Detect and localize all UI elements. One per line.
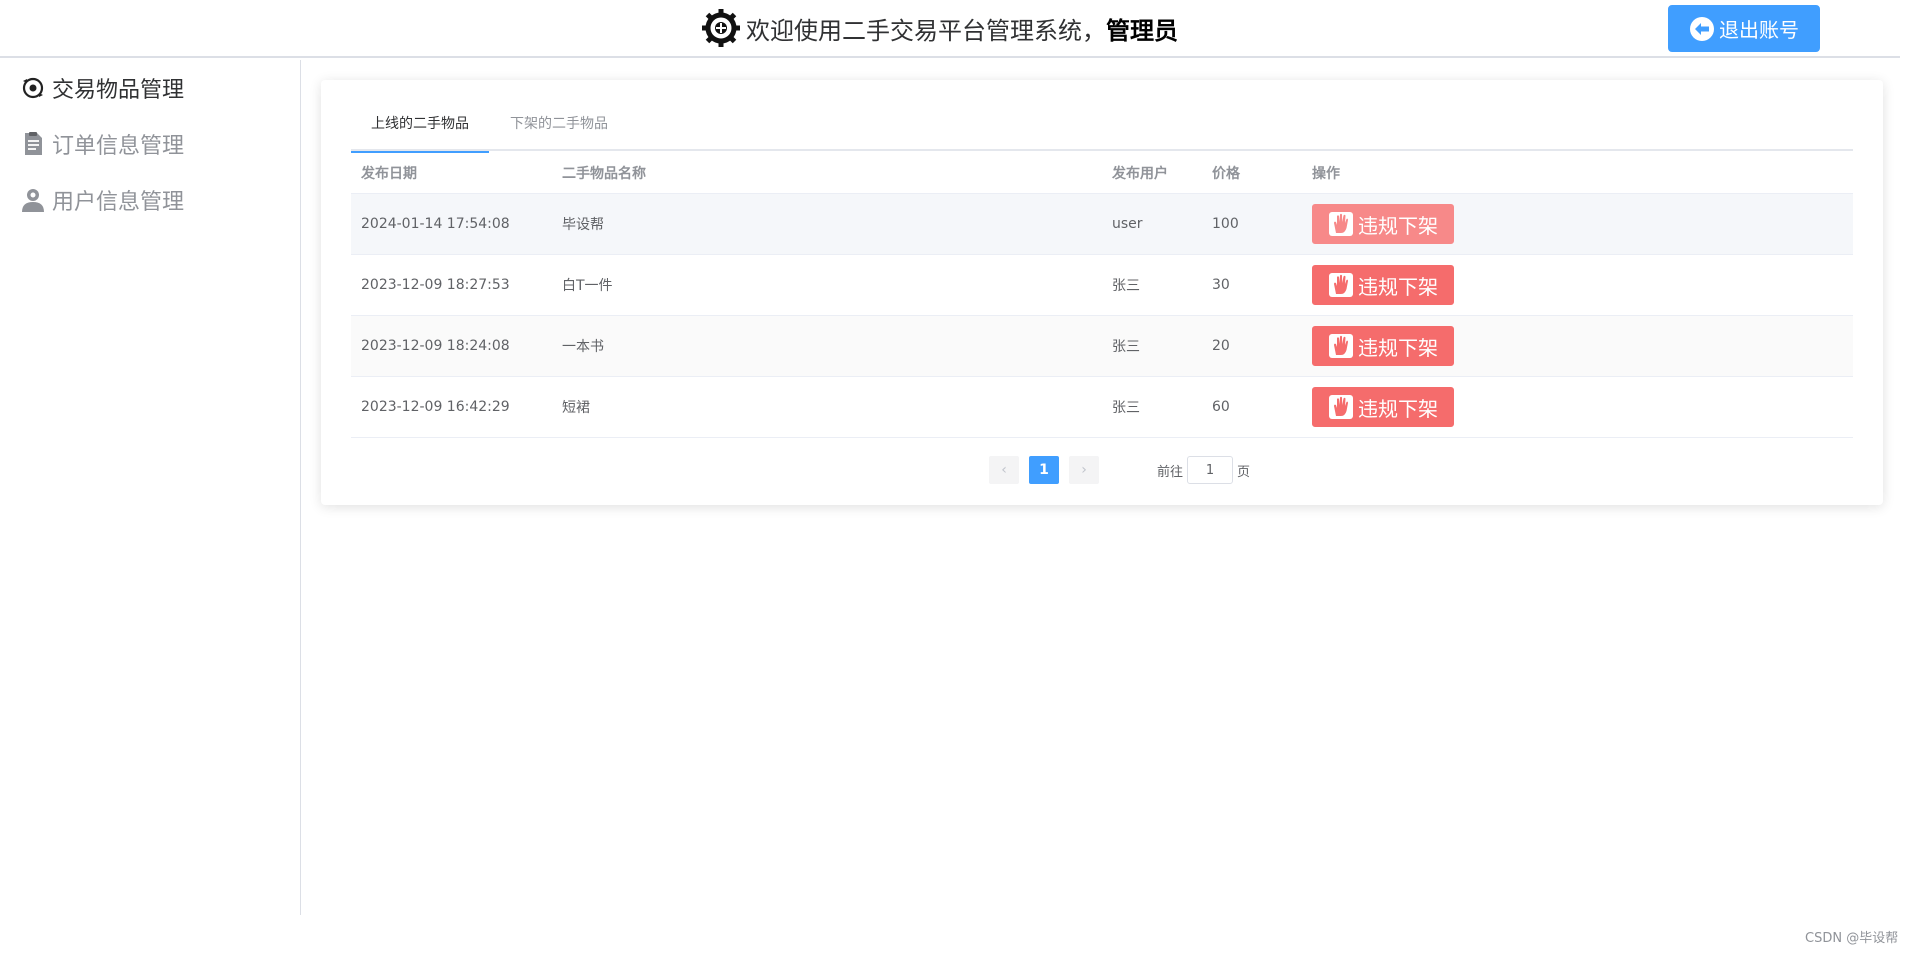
cell-name: 毕设帮 — [562, 217, 604, 233]
ban-button[interactable]: 违规下架 — [1312, 326, 1454, 366]
table-row: 2023-12-09 18:24:08 一本书 张三 20 违规下架 — [351, 316, 1853, 377]
column-header-user: 发布用户 — [1112, 165, 1168, 182]
arrow-left-icon — [1690, 16, 1714, 41]
hand-stop-icon — [1329, 334, 1353, 358]
cell-price: 100 — [1212, 216, 1239, 232]
cell-date: 2024-01-14 17:54:08 — [361, 216, 510, 232]
sidebar-item-label: 用户信息管理 — [52, 190, 185, 215]
page-jumper: 前往 页 — [1157, 456, 1250, 484]
cell-name: 白T一件 — [562, 278, 613, 294]
cell-name: 短裙 — [562, 400, 590, 416]
cell-user: 张三 — [1112, 278, 1140, 294]
cell-action: 违规下架 — [1302, 326, 1853, 366]
top-header: 欢迎使用二手交易平台管理系统， 管理员 退出账号 — [0, 0, 1900, 58]
goto-prefix: 前往 — [1157, 464, 1184, 480]
cell-price: 20 — [1212, 338, 1230, 354]
logout-button[interactable]: 退出账号 — [1668, 5, 1820, 52]
column-header-action: 操作 — [1312, 165, 1340, 182]
logout-label: 退出账号 — [1719, 18, 1799, 42]
tab-offline-items[interactable]: 下架的二手物品 — [489, 98, 629, 151]
cell-user: user — [1112, 216, 1143, 232]
sidebar-item-label: 交易物品管理 — [52, 78, 185, 103]
prev-page-button[interactable]: ‹ — [989, 456, 1019, 484]
ban-button-label: 违规下架 — [1358, 274, 1438, 299]
welcome-text: 欢迎使用二手交易平台管理系统， — [746, 16, 1106, 45]
watermark: CSDN @毕设帮 — [1805, 931, 1899, 946]
cell-action: 违规下架 — [1302, 204, 1853, 244]
user-icon — [22, 189, 44, 212]
column-header-date: 发布日期 — [361, 165, 417, 182]
sidebar-item-trade-items[interactable]: 交易物品管理 — [0, 60, 300, 116]
ban-button[interactable]: 违规下架 — [1312, 265, 1454, 305]
sidebar-item-users[interactable]: 用户信息管理 — [0, 172, 300, 228]
hand-stop-icon — [1329, 212, 1353, 236]
ban-button[interactable]: 违规下架 — [1312, 387, 1454, 427]
pagination: ‹ 1 › 前往 页 — [989, 455, 1250, 485]
next-page-button[interactable]: › — [1069, 456, 1099, 484]
header-title: 欢迎使用二手交易平台管理系统， 管理员 — [700, 8, 1178, 48]
gear-icon — [702, 9, 740, 47]
cell-price: 30 — [1212, 277, 1230, 293]
ban-button-label: 违规下架 — [1358, 213, 1438, 238]
table-row: 2023-12-09 16:42:29 短裙 张三 60 违规下架 — [351, 377, 1853, 438]
page-number-button[interactable]: 1 — [1029, 456, 1059, 484]
hand-stop-icon — [1329, 395, 1353, 419]
tab-online-items[interactable]: 上线的二手物品 — [351, 98, 489, 153]
table-row: 2023-12-09 18:27:53 白T一件 张三 30 违规下架 — [351, 255, 1853, 316]
cell-date: 2023-12-09 18:27:53 — [361, 277, 510, 293]
goto-suffix: 页 — [1237, 464, 1251, 480]
items-table: 发布日期 二手物品名称 发布用户 价格 操作 2024-01-14 17:54:… — [351, 152, 1853, 438]
cell-name: 一本书 — [562, 339, 604, 355]
cell-action: 违规下架 — [1302, 265, 1853, 305]
item-icon — [22, 77, 44, 99]
cell-user: 张三 — [1112, 339, 1140, 355]
tab-bar: 上线的二手物品 下架的二手物品 — [351, 98, 1853, 153]
cell-user: 张三 — [1112, 400, 1140, 416]
cell-action: 违规下架 — [1302, 387, 1853, 427]
page-jump-input[interactable] — [1187, 456, 1234, 484]
column-header-name: 二手物品名称 — [562, 165, 646, 182]
table-header: 发布日期 二手物品名称 发布用户 价格 操作 — [351, 152, 1853, 194]
cell-price: 60 — [1212, 399, 1230, 415]
sidebar-item-orders[interactable]: 订单信息管理 — [0, 116, 300, 172]
current-user-name: 管理员 — [1106, 16, 1178, 45]
cell-date: 2023-12-09 16:42:29 — [361, 399, 510, 415]
main-card: 上线的二手物品 下架的二手物品 发布日期 二手物品名称 发布用户 价格 操作 2… — [321, 80, 1883, 505]
column-header-price: 价格 — [1212, 165, 1240, 182]
sidebar: 交易物品管理 订单信息管理 用户信息管理 — [0, 60, 301, 915]
ban-button-label: 违规下架 — [1358, 396, 1438, 421]
ban-button-label: 违规下架 — [1358, 335, 1438, 360]
ban-button[interactable]: 违规下架 — [1312, 204, 1454, 244]
sidebar-item-label: 订单信息管理 — [52, 134, 185, 159]
hand-stop-icon — [1329, 273, 1353, 297]
table-row: 2024-01-14 17:54:08 毕设帮 user 100 违规下架 — [351, 194, 1853, 255]
cell-date: 2023-12-09 18:24:08 — [361, 338, 510, 354]
document-icon — [25, 132, 42, 155]
